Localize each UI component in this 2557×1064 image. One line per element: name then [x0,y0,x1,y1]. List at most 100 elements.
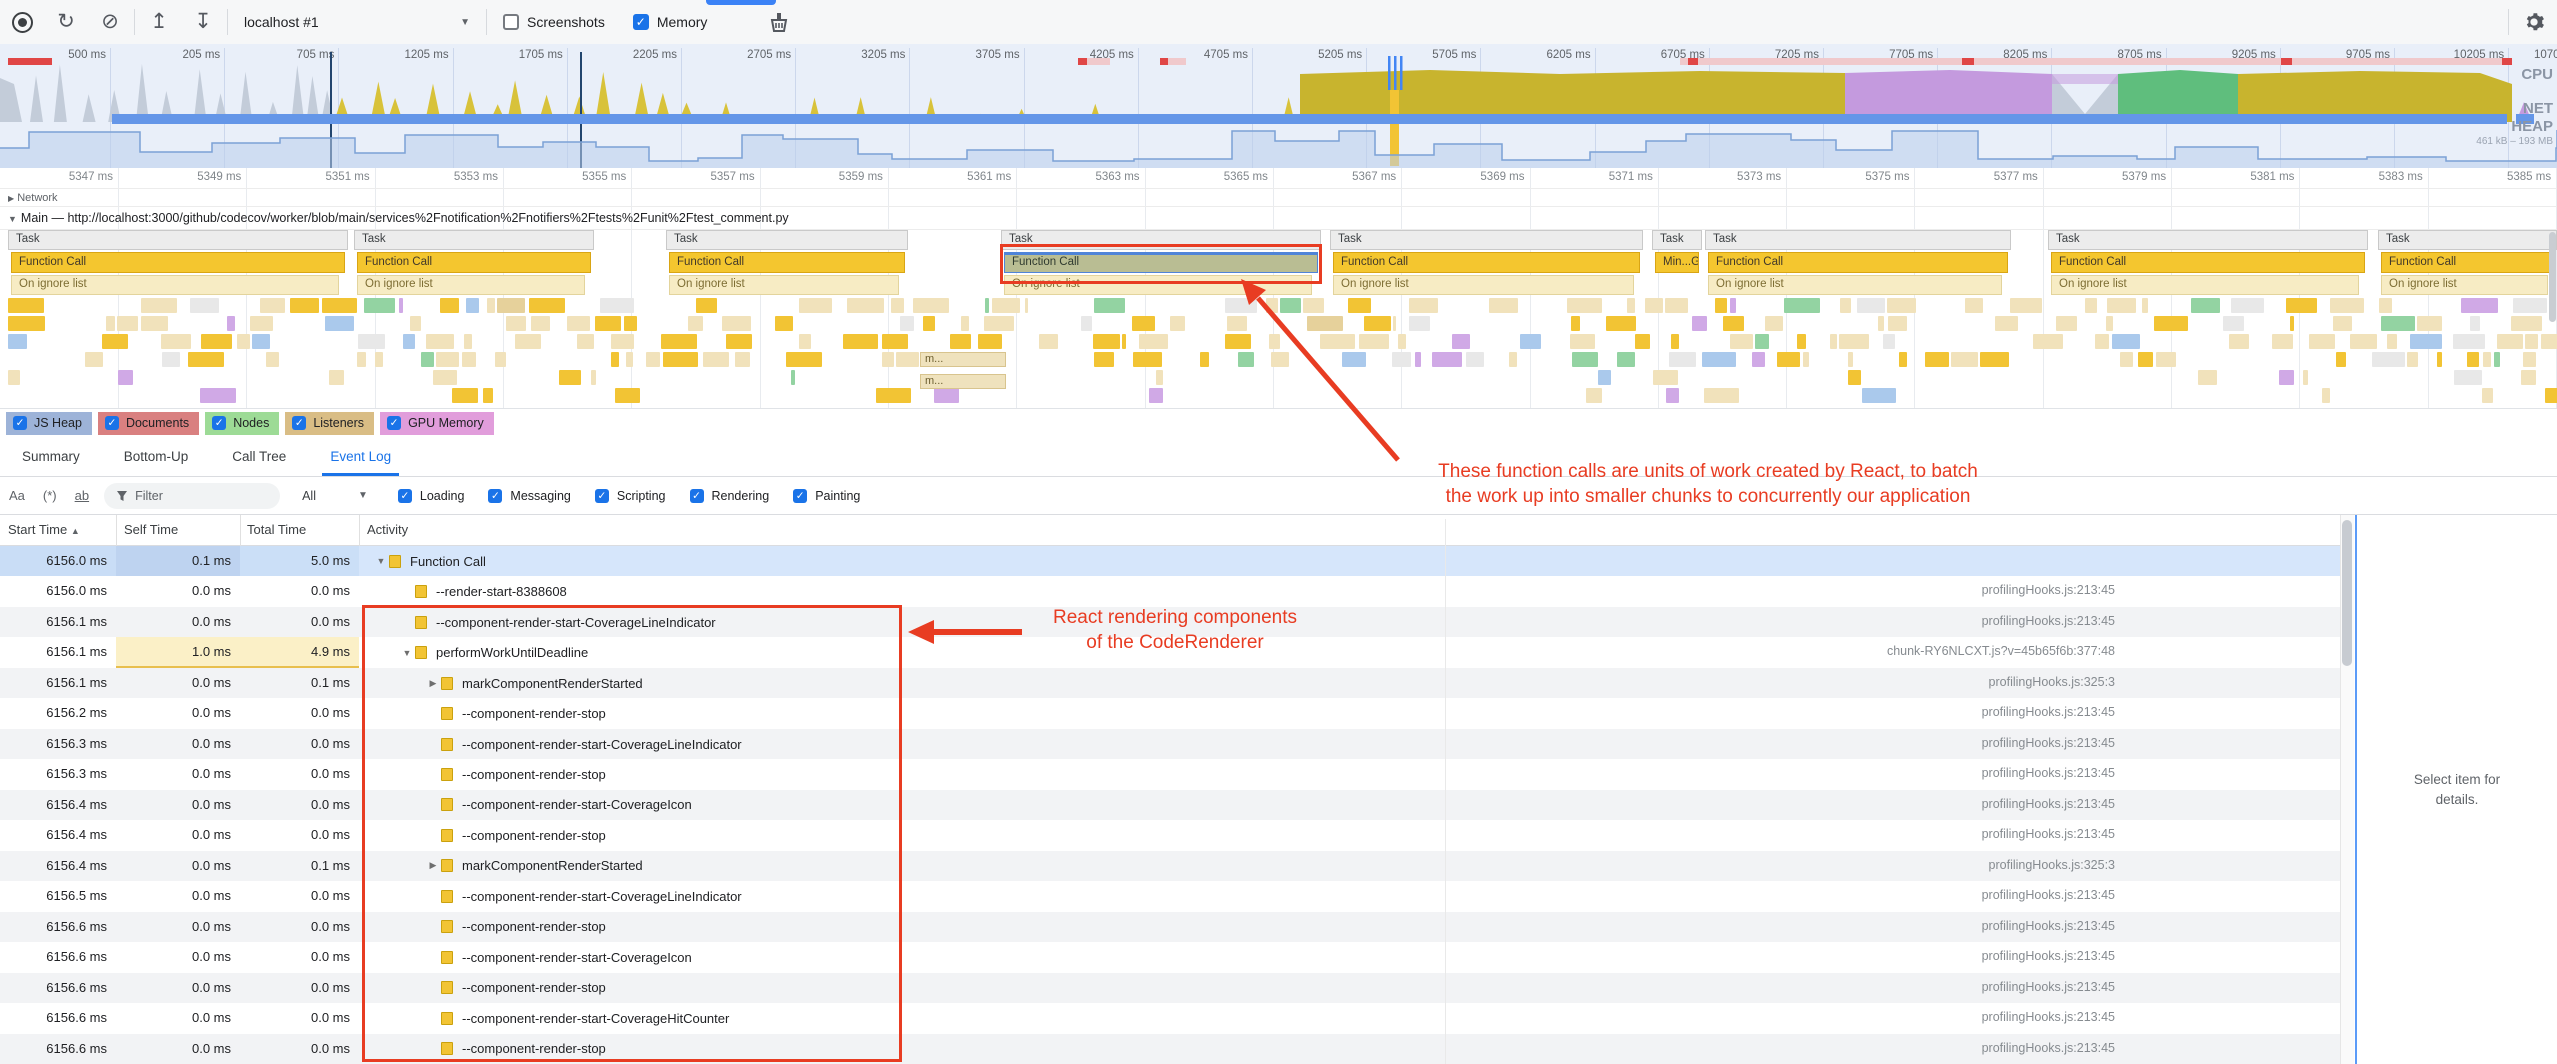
flame-detail-bar[interactable] [141,316,168,331]
flame-detail-bar[interactable] [735,352,750,367]
flame-detail-bar[interactable] [2511,316,2542,331]
source-location-link[interactable]: profilingHooks.js:213:45 [1982,827,2115,841]
flame-detail-bar[interactable] [2497,334,2523,349]
flame-detail-bar[interactable] [1359,334,1389,349]
flame-detail-bar[interactable] [2056,316,2077,331]
flame-detail-bar[interactable] [2286,298,2317,313]
flame-detail-bar[interactable] [2461,298,2498,313]
flame-detail-bar[interactable] [2198,370,2217,385]
legend-checkbox[interactable]: ✓ [212,416,226,430]
save-profile-icon[interactable]: ↧ [181,0,225,44]
ignore-list-bar[interactable]: On ignore list [669,275,899,295]
filter-input[interactable]: Filter [104,483,280,509]
flame-detail-bar[interactable] [2545,388,2557,403]
flame-detail-bar[interactable] [595,316,621,331]
source-location-link[interactable]: profilingHooks.js:213:45 [1982,919,2115,933]
flame-detail-bar[interactable] [1830,334,1837,349]
flame-detail-bar[interactable] [200,388,236,403]
flame-detail-bar[interactable] [2229,334,2249,349]
flame-detail-bar[interactable] [2410,334,2442,349]
flame-detail-bar[interactable] [483,388,493,403]
flame-detail-bar[interactable] [433,370,457,385]
tab-summary[interactable]: Summary [0,437,102,476]
flame-detail-bar[interactable] [2309,334,2335,349]
flame-detail-bar[interactable] [1723,316,1744,331]
function-call-bar[interactable]: Function Call [2381,252,2554,273]
flame-detail-bar[interactable] [161,334,191,349]
flame-detail-bar[interactable] [260,298,285,313]
flame-detail-bar[interactable] [1567,298,1602,313]
table-row[interactable]: 6156.6 ms0.0 ms0.0 ms--component-render-… [0,942,2340,972]
network-track-header[interactable]: ▶ Network [8,192,58,204]
flame-detail-bar[interactable] [85,352,103,367]
flame-detail-bar[interactable] [399,298,403,313]
flame-detail-bar[interactable] [1398,334,1406,349]
flame-detail-bar[interactable] [2525,334,2538,349]
flame-detail-bar[interactable] [1156,370,1163,385]
flame-detail-bar[interactable] [1669,352,1696,367]
flame-detail-bar[interactable] [1149,388,1163,403]
flame-detail-bar[interactable] [141,298,177,313]
flame-detail-bar[interactable] [1925,352,1949,367]
match-whole-word-toggle[interactable]: ab [75,488,89,503]
source-location-link[interactable]: profilingHooks.js:213:45 [1982,705,2115,719]
flame-detail-bar[interactable] [1848,352,1853,367]
flame-detail-bar[interactable] [1081,316,1092,331]
flame-detail-bar[interactable] [495,352,506,367]
flame-detail-bar[interactable] [984,316,1014,331]
flame-detail-bar[interactable] [646,352,660,367]
flame-detail-bar[interactable] [325,316,354,331]
source-location-link[interactable]: profilingHooks.js:213:45 [1982,1010,2115,1024]
flame-detail-bar[interactable] [882,334,908,349]
flame-detail-bar[interactable] [1342,352,1366,367]
flame-detail-bar[interactable] [1200,352,1209,367]
tab-bottom-up[interactable]: Bottom-Up [102,437,211,476]
ignore-list-bar[interactable]: On ignore list [11,275,339,295]
flame-detail-bar[interactable] [436,352,459,367]
flame-detail-bar[interactable] [2381,316,2415,331]
flame-detail-bar[interactable] [1452,334,1470,349]
category-filter-painting[interactable]: ✓Painting [793,489,860,503]
flame-detail-bar[interactable] [2322,388,2330,403]
flame-detail-bar[interactable] [896,352,919,367]
function-call-bar[interactable]: Function Call [2051,252,2365,273]
flame-detail-bar[interactable] [1704,388,1739,403]
flame-detail-bar[interactable] [462,352,476,367]
flame-detail-bar[interactable] [1777,352,1800,367]
flame-detail-bar[interactable] [978,334,1002,349]
table-row[interactable]: 6156.0 ms0.1 ms5.0 ms▼Function Call [0,546,2340,576]
flame-detail-bar[interactable] [410,316,421,331]
flame-detail-bar[interactable] [1094,298,1125,313]
flame-detail-bar[interactable] [440,298,459,313]
legend-item-js-heap[interactable]: ✓JS Heap [6,412,92,435]
flame-detail-bar[interactable] [791,370,795,385]
flame-detail-bar[interactable] [2272,334,2293,349]
flame-detail-bar[interactable] [799,298,832,313]
flame-detail-bar[interactable] [2156,352,2176,367]
flame-detail-bar[interactable] [1857,298,1885,313]
category-filter-scripting[interactable]: ✓Scripting [595,489,666,503]
ignore-list-bar[interactable]: On ignore list [1004,275,1312,295]
flame-detail-bar[interactable] [696,298,717,313]
flame-detail-bar[interactable] [2483,352,2491,367]
flame-detail-bar[interactable] [703,352,729,367]
flame-detail-bar[interactable] [227,316,235,331]
flame-chart[interactable]: 5347 ms5349 ms5351 ms5353 ms5355 ms5357 … [0,168,2557,408]
flame-detail-bar[interactable] [1466,352,1484,367]
flame-detail-bar[interactable] [237,334,250,349]
function-call-bar[interactable]: Function Call [357,252,591,273]
flame-detail-bar[interactable] [1752,352,1765,367]
flame-detail-bar[interactable] [1225,298,1257,313]
flame-detail-bar[interactable] [847,298,884,313]
flame-detail-bar[interactable] [1995,316,2018,331]
flame-detail-bar[interactable] [1606,316,1636,331]
flame-detail-bar[interactable] [162,352,180,367]
table-row[interactable]: 6156.6 ms0.0 ms0.0 ms--component-render-… [0,1034,2340,1064]
flame-detail-bar[interactable] [1671,334,1679,349]
flame-detail-bar[interactable] [577,334,594,349]
source-location-link[interactable]: profilingHooks.js:213:45 [1982,949,2115,963]
flame-detail-bar[interactable] [786,352,822,367]
flame-detail-bar[interactable] [2470,316,2480,331]
flame-detail-bar[interactable] [1320,334,1355,349]
flame-detail-bar[interactable] [2541,334,2557,349]
